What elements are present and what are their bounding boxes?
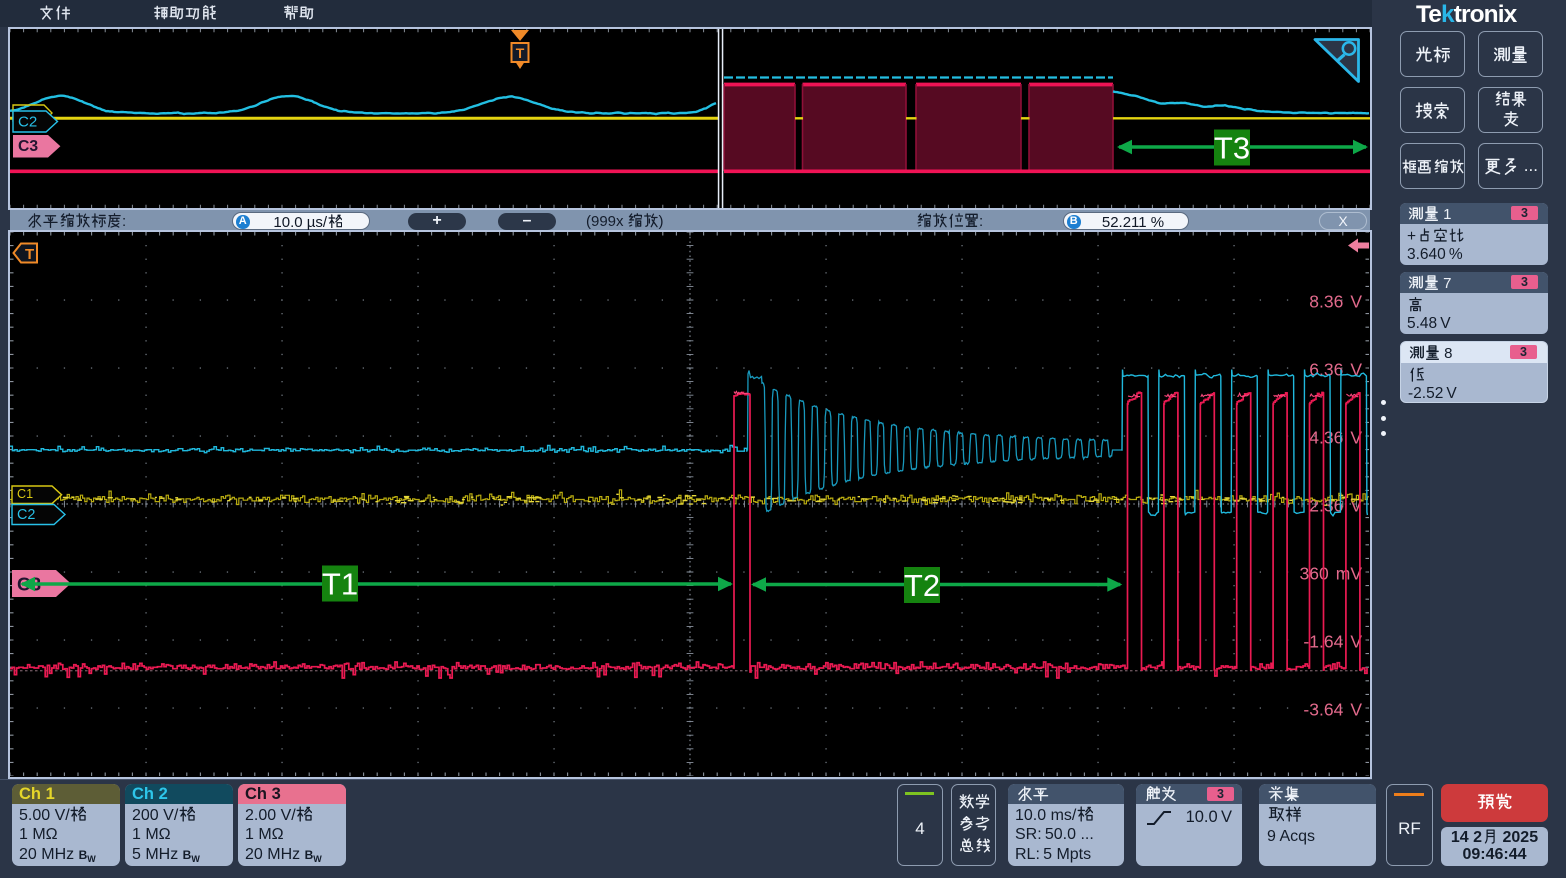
svg-text:-3.64 V: -3.64 V — [1303, 700, 1362, 720]
svg-text:T2: T2 — [904, 568, 940, 603]
svg-text:C2: C2 — [18, 114, 37, 131]
svg-text:C2: C2 — [17, 507, 35, 523]
svg-text:-1.64 V: -1.64 V — [1303, 632, 1362, 652]
svg-text:T3: T3 — [1214, 131, 1250, 166]
svg-text:T1: T1 — [322, 567, 358, 602]
svg-text:C1: C1 — [17, 487, 33, 501]
svg-text:T: T — [25, 246, 34, 263]
svg-text:4.36 V: 4.36 V — [1309, 428, 1362, 448]
svg-text:6.36 V: 6.36 V — [1309, 360, 1362, 380]
svg-text:8.36 V: 8.36 V — [1309, 292, 1362, 312]
svg-text:T: T — [516, 45, 525, 61]
svg-text:C3: C3 — [18, 138, 38, 155]
